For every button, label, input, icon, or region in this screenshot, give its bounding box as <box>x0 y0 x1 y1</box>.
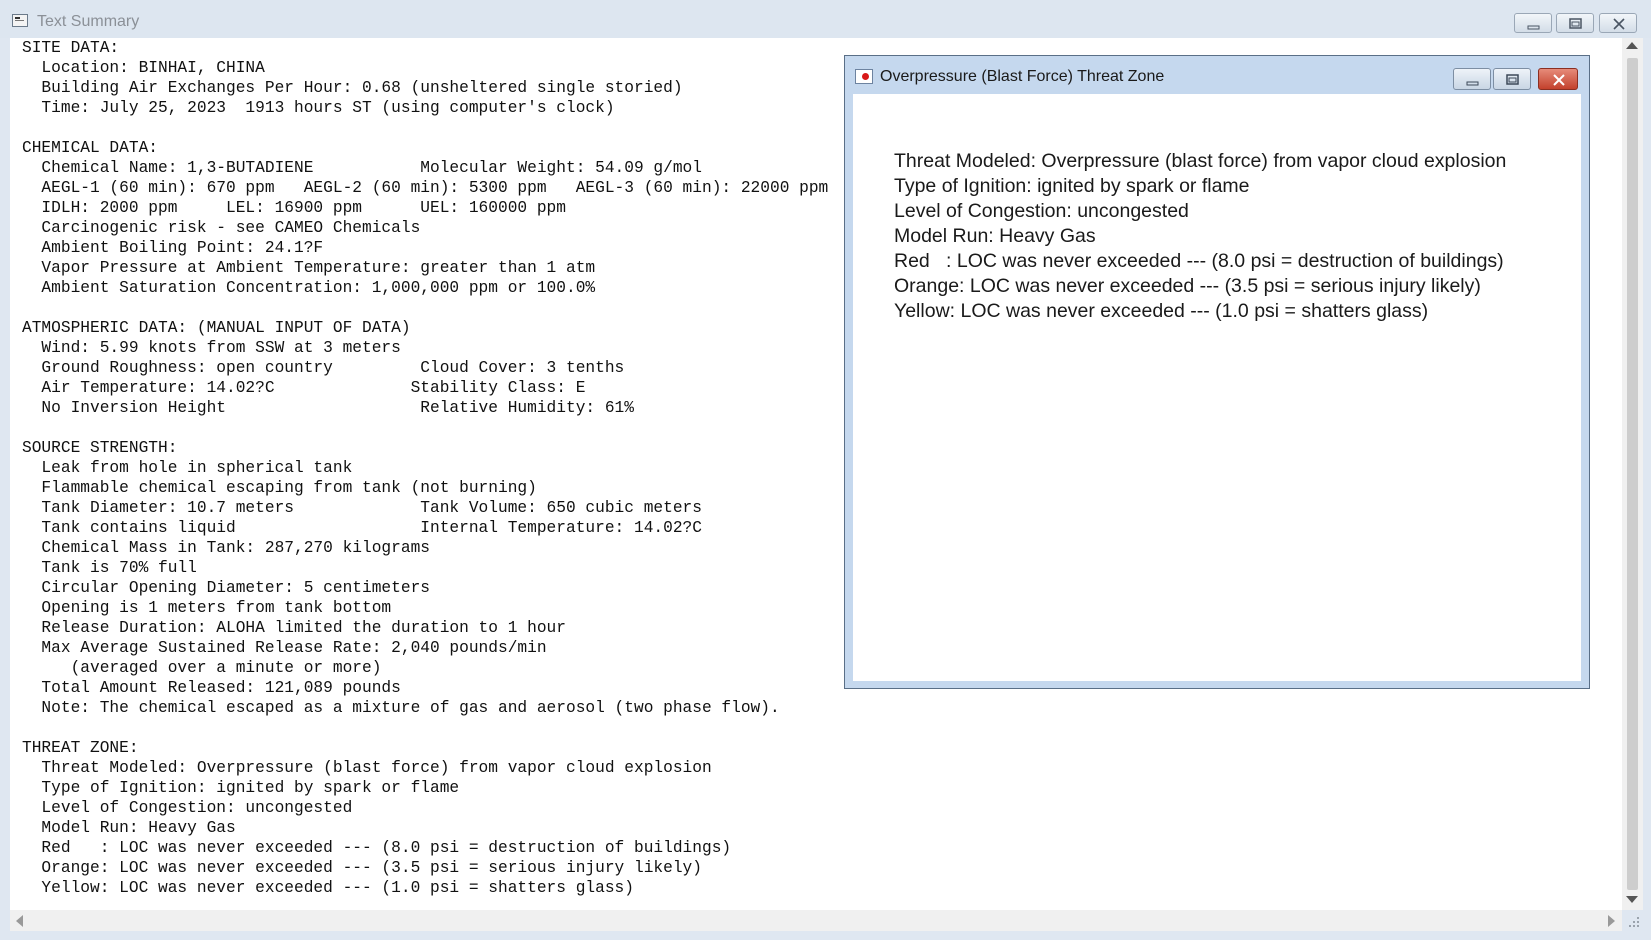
scroll-down-arrow-icon[interactable] <box>1626 896 1638 903</box>
maximize-icon <box>1506 74 1519 85</box>
maximize-button[interactable] <box>1556 13 1594 33</box>
minimize-icon <box>1466 81 1479 86</box>
close-icon <box>1613 18 1625 30</box>
threat-window-title: Overpressure (Blast Force) Threat Zone <box>880 68 1165 85</box>
maximize-icon <box>1569 18 1582 29</box>
window-title: Text Summary <box>37 13 140 30</box>
vertical-scrollbar[interactable] <box>1622 38 1643 910</box>
title-bar[interactable]: Text Summary <box>0 0 1651 38</box>
horizontal-scrollbar[interactable] <box>10 910 1622 931</box>
threat-zone-body: Threat Modeled: Overpressure (blast forc… <box>853 94 1581 681</box>
red-zone-line: Red : LOC was never exceeded --- (8.0 ps… <box>894 250 1504 272</box>
threat-title-bar[interactable]: Overpressure (Blast Force) Threat Zone <box>845 56 1589 94</box>
threat-maximize-button[interactable] <box>1493 68 1531 90</box>
text-document-icon[interactable] <box>12 14 28 27</box>
threat-zone-window: Overpressure (Blast Force) Threat Zone T… <box>844 55 1590 689</box>
threat-close-button[interactable] <box>1538 68 1578 90</box>
ignition-type-line: Type of Ignition: ignited by spark or fl… <box>894 175 1250 197</box>
size-grip-icon[interactable] <box>1625 913 1641 929</box>
threat-minimize-button[interactable] <box>1453 68 1491 90</box>
model-run-line: Model Run: Heavy Gas <box>894 225 1096 247</box>
vertical-scroll-thumb[interactable] <box>1627 58 1638 890</box>
summary-text: SITE DATA: Location: BINHAI, CHINA Build… <box>22 39 829 897</box>
red-dot-map-icon[interactable] <box>855 69 873 84</box>
scroll-right-arrow-icon[interactable] <box>1608 915 1615 927</box>
scroll-up-arrow-icon[interactable] <box>1626 42 1638 49</box>
orange-zone-line: Orange: LOC was never exceeded --- (3.5 … <box>894 275 1481 297</box>
close-button[interactable] <box>1599 13 1637 33</box>
yellow-zone-line: Yellow: LOC was never exceeded --- (1.0 … <box>894 300 1429 322</box>
threat-modeled-line: Threat Modeled: Overpressure (blast forc… <box>894 150 1507 172</box>
congestion-level-line: Level of Congestion: uncongested <box>894 200 1189 222</box>
threat-details-list: Threat Modeled: Overpressure (blast forc… <box>894 149 1506 324</box>
minimize-icon <box>1527 25 1540 30</box>
close-icon <box>1553 74 1565 86</box>
scroll-left-arrow-icon[interactable] <box>16 915 23 927</box>
minimize-button[interactable] <box>1514 13 1552 33</box>
